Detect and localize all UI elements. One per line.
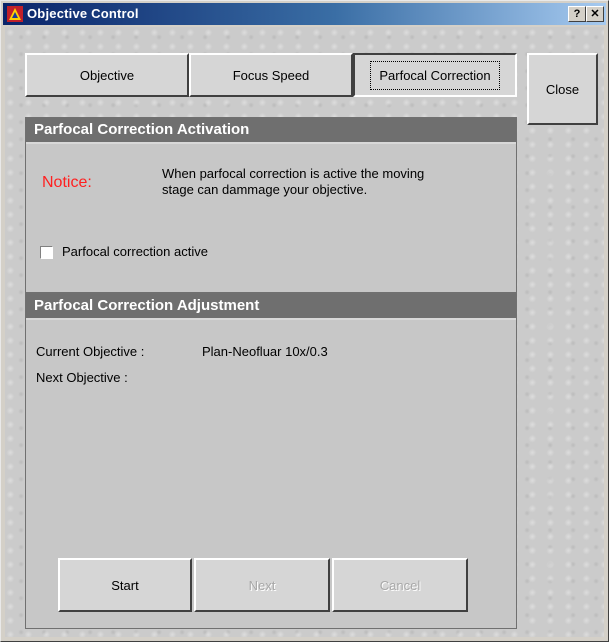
- notice-text-line1: When parfocal correction is active the m…: [162, 166, 425, 181]
- start-button[interactable]: Start: [58, 558, 192, 612]
- parfocal-active-label[interactable]: Parfocal correction active: [62, 244, 208, 259]
- next-button[interactable]: Next: [194, 558, 330, 612]
- current-objective-value: Plan-Neofluar 10x/0.3: [202, 344, 328, 359]
- adjustment-panel-title: Parfocal Correction Adjustment: [26, 294, 516, 320]
- close-button-label: Close: [545, 81, 580, 97]
- start-button-label: Start: [111, 577, 139, 593]
- parfocal-active-checkbox[interactable]: [40, 246, 53, 259]
- notice-label: Notice:: [42, 174, 92, 191]
- tab-parfocal-correction[interactable]: Parfocal Correction: [353, 53, 517, 97]
- tab-focus-speed-label: Focus Speed: [232, 67, 310, 83]
- cancel-button[interactable]: Cancel: [332, 558, 468, 612]
- objective-control-window: Objective Control ? ✕ Objective Focus Sp…: [0, 0, 609, 642]
- adjustment-panel: Parfocal Correction Adjustment Current O…: [25, 293, 517, 629]
- activation-panel: Parfocal Correction Activation Notice: W…: [25, 117, 517, 293]
- tab-objective-label: Objective: [79, 67, 135, 83]
- app-icon: [7, 6, 23, 22]
- window-title: Objective Control: [27, 6, 139, 21]
- next-button-label: Next: [248, 577, 276, 593]
- tab-objective[interactable]: Objective: [25, 53, 189, 97]
- close-button[interactable]: Close: [527, 53, 598, 125]
- notice-text-line2: stage can dammage your objective.: [162, 182, 368, 197]
- cancel-button-label: Cancel: [379, 577, 421, 593]
- next-objective-label: Next Objective :: [36, 370, 128, 385]
- activation-panel-title: Parfocal Correction Activation: [26, 118, 516, 144]
- window-close-button[interactable]: ✕: [586, 6, 604, 22]
- tab-parfocal-correction-label: Parfocal Correction: [370, 60, 500, 90]
- help-button[interactable]: ?: [568, 6, 586, 22]
- client-area: Objective Focus Speed Parfocal Correctio…: [5, 27, 604, 637]
- title-bar[interactable]: Objective Control ? ✕: [3, 3, 606, 25]
- tab-focus-speed[interactable]: Focus Speed: [189, 53, 353, 97]
- current-objective-label: Current Objective :: [36, 344, 145, 359]
